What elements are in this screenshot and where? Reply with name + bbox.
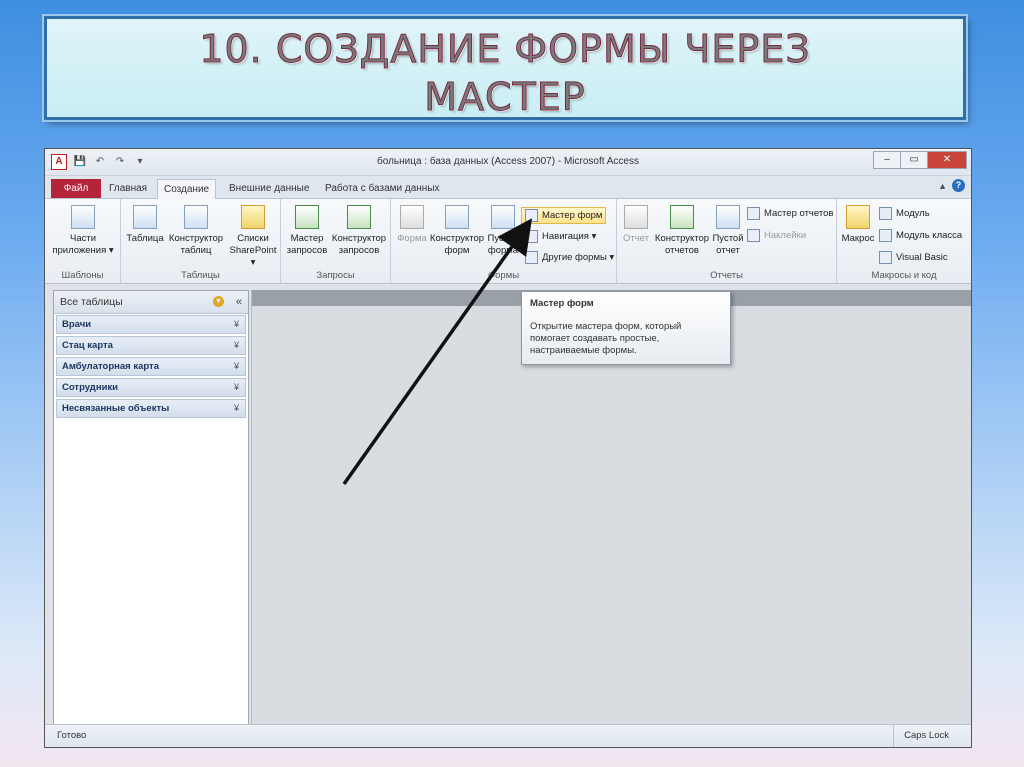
arrow-line [342, 218, 533, 486]
annotation-arrow [342, 218, 533, 486]
